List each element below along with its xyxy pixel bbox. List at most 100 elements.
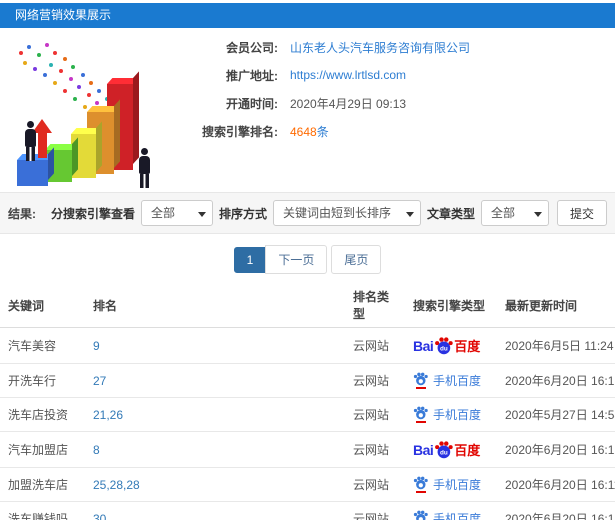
header-update-time: 最新更新时间 [497,282,615,328]
page-button-current[interactable]: 1 [233,246,267,273]
keyword-table-body: 汽车美容 9 云网站 Bai du 百度 2020年6月5日 11:24 开洗车… [0,327,615,520]
sort-value: 关键词由短到长排序 [282,206,391,220]
rank-type-cell: 云网站 [345,501,405,520]
info-row-opened: 开通时间: 2020年4月29日 09:13 [178,94,470,112]
account-info: 会员公司: 山东老人头汽车服务咨询有限公司 推广地址: https://www.… [178,38,470,150]
mobile-baidu-paw-icon [413,406,428,423]
hero-section: 会员公司: 山东老人头汽车服务咨询有限公司 推广地址: https://www.… [0,28,615,192]
table-header-row: 关键词 排名 排名类型 搜索引擎类型 最新更新时间 [0,282,615,328]
engine-filter-select[interactable]: 全部 [140,200,213,226]
info-row-url: 推广地址: https://www.lrtlsd.com [178,66,470,84]
sort-select[interactable]: 关键词由短到长排序 [272,200,421,226]
engine-cell: Bai du 百度 [405,431,497,468]
mobile-baidu-text: 手机百度 [433,512,482,520]
result-label: 结果: [8,206,36,221]
mobile-baidu-logo: 手机百度 [413,510,481,520]
keyword-cell: 加盟洗车店 [0,467,85,502]
baidu-logo: Bai du 百度 [413,440,480,459]
keyword-cell: 洗车店投资 [0,397,85,432]
engine-filter-value: 全部 [150,206,175,220]
table-row: 汽车加盟店 8 云网站 Bai du 百度 2020年6月20日 16:12 [0,431,615,468]
article-type-value: 全部 [490,206,515,220]
update-time-cell: 2020年6月5日 11:24 [497,327,615,364]
submit-button[interactable]: 提交 [556,200,607,226]
keyword-ranking-table: 关键词 排名 排名类型 搜索引擎类型 最新更新时间 汽车美容 9 云网站 Bai… [0,282,615,520]
chevron-down-icon [533,212,542,221]
company-link[interactable]: 山东老人头汽车服务咨询有限公司 [290,39,470,56]
chart-bar-blue [17,160,48,186]
rank-count-label: 搜索引擎排名: [202,124,278,139]
table-row: 汽车美容 9 云网站 Bai du 百度 2020年6月5日 11:24 [0,327,615,364]
rank-cell: 21,26 [85,397,345,432]
filter-bar: 结果: 分搜索引擎查看 全部 排序方式 关键词由短到长排序 文章类型 全部 提交 [0,192,615,234]
page-title: 网络营销效果展示 [15,8,112,22]
mobile-baidu-paw-icon [413,510,428,520]
article-type-select[interactable]: 全部 [480,200,549,226]
engine-cell: 手机百度 [405,501,497,520]
article-type-label: 文章类型 [426,206,475,221]
pagination: 1 下一页 尾页 [0,245,615,274]
keyword-cell: 汽车加盟店 [0,431,85,468]
table-row: 加盟洗车店 25,28,28 云网站 手机百度 2020年6月20日 16:11 [0,467,615,502]
rank-type-cell: 云网站 [345,397,405,432]
baidu-logo-bai-text: Bai [413,337,434,354]
header-rank: 排名 [85,282,345,328]
table-row: 开洗车行 27 云网站 手机百度 2020年6月20日 16:16 [0,363,615,398]
businessman-figure-right [137,148,151,188]
keyword-cell: 开洗车行 [0,363,85,398]
svg-text:du: du [440,345,448,352]
rank-count-number: 4648 [290,124,317,139]
rank-count-value: 4648条 [290,123,329,140]
promo-url-label: 推广地址: [226,68,278,83]
page-header: 网络营销效果展示 [0,3,615,28]
keyword-cell: 洗车赚钱吗 [0,501,85,520]
rank-count-unit: 条 [316,124,329,139]
baidu-paw-icon: du [435,337,453,355]
update-time-cell: 2020年6月20日 16:12 [497,501,615,520]
rank-cell: 27 [85,363,345,398]
baidu-paw-icon: du [435,441,453,459]
header-keyword: 关键词 [0,282,85,328]
rank-type-cell: 云网站 [345,363,405,398]
update-time-cell: 2020年6月20日 16:12 [497,431,615,468]
rank-type-cell: 云网站 [345,327,405,364]
engine-cell: 手机百度 [405,467,497,502]
baidu-logo: Bai du 百度 [413,336,480,355]
header-rank-type: 排名类型 [345,282,405,328]
baidu-logo-cn-text: 百度 [454,443,481,458]
rank-cell: 30 [85,501,345,520]
mobile-baidu-logo: 手机百度 [413,476,481,493]
info-row-rank-count: 搜索引擎排名: 4648条 [178,122,470,140]
table-row: 洗车赚钱吗 30 云网站 手机百度 2020年6月20日 16:12 [0,501,615,520]
up-arrow-icon [32,119,52,158]
last-page-button[interactable]: 尾页 [331,245,382,274]
rank-cell: 8 [85,431,345,468]
open-time-value: 2020年4月29日 09:13 [290,96,407,111]
baidu-logo-bai-text: Bai [413,441,434,458]
company-label: 会员公司: [226,40,278,55]
keyword-cell: 汽车美容 [0,327,85,364]
mobile-baidu-text: 手机百度 [433,408,482,422]
engine-cell: 手机百度 [405,363,497,398]
engine-filter-label: 分搜索引擎查看 [50,206,135,221]
baidu-logo-cn-text: 百度 [454,339,481,354]
update-time-cell: 2020年5月27日 14:58 [497,397,615,432]
next-page-button[interactable]: 下一页 [265,245,328,274]
promo-url-link[interactable]: https://www.lrtlsd.com [290,68,406,82]
mobile-baidu-text: 手机百度 [433,478,482,492]
sort-label: 排序方式 [218,206,267,221]
businessman-figure-left [23,121,37,161]
engine-cell: 手机百度 [405,397,497,432]
mobile-baidu-text: 手机百度 [433,374,482,388]
engine-cell: Bai du 百度 [405,327,497,364]
info-row-company: 会员公司: 山东老人头汽车服务咨询有限公司 [178,38,470,56]
chevron-down-icon [405,212,414,221]
rank-type-cell: 云网站 [345,431,405,468]
mobile-baidu-logo: 手机百度 [413,406,481,423]
svg-text:du: du [440,449,448,456]
chevron-down-icon [197,212,206,221]
rank-cell: 25,28,28 [85,467,345,502]
rank-type-cell: 云网站 [345,467,405,502]
bar-chart-illustration [5,33,190,188]
mobile-baidu-paw-icon [413,476,428,493]
